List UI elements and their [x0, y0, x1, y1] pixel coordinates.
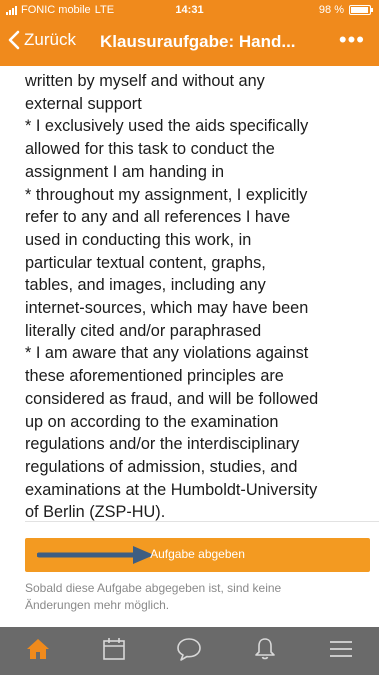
status-right: 98 %: [318, 4, 373, 16]
calendar-icon: [101, 637, 127, 666]
back-label: Zurück: [24, 30, 76, 49]
status-bar: FONIC mobile LTE 14:31 98 %: [0, 0, 379, 20]
home-icon: [25, 637, 51, 666]
nav-bar: Zurück Klausuraufgabe: Hand... •••: [0, 20, 379, 66]
content-area[interactable]: written by myself and without any extern…: [0, 66, 379, 627]
back-button[interactable]: Zurück: [8, 30, 76, 50]
chat-icon: [175, 636, 203, 667]
battery-label: 98 %: [318, 4, 344, 16]
tab-messages[interactable]: [159, 627, 219, 675]
battery-icon: [349, 5, 373, 15]
declaration-text: written by myself and without any extern…: [25, 72, 319, 522]
tab-calendar[interactable]: [84, 627, 144, 675]
submit-note: Sobald diese Aufgabe abgegeben ist, sind…: [25, 581, 282, 612]
tab-bar: [0, 627, 379, 675]
chevron-left-icon: [8, 30, 20, 50]
divider: [25, 521, 379, 522]
submit-assignment-button[interactable]: Aufgabe abgeben: [25, 538, 370, 572]
submit-label: Aufgabe abgeben: [150, 547, 245, 561]
tab-home[interactable]: [8, 627, 68, 675]
more-options-button[interactable]: •••: [339, 29, 365, 51]
tab-notifications[interactable]: [235, 627, 295, 675]
tab-menu[interactable]: [311, 627, 371, 675]
page-title: Klausuraufgabe: Hand...: [100, 32, 296, 51]
menu-icon: [328, 639, 354, 664]
bell-icon: [253, 636, 277, 667]
